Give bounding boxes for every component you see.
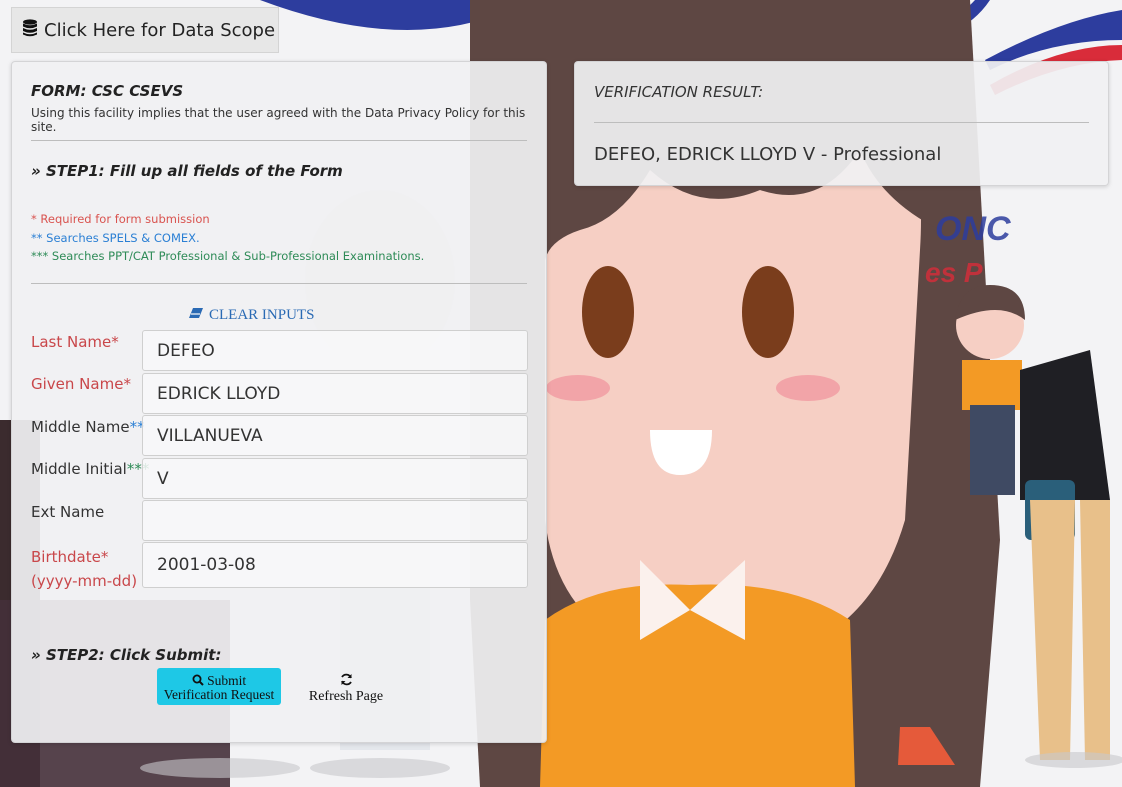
step2-heading: » STEP2: Click Submit: (31, 646, 222, 664)
middle-initial-label: Middle Initial*** (31, 460, 150, 478)
submit-label-line1: Submit (207, 672, 247, 688)
last-name-label: Last Name* (31, 333, 119, 351)
given-name-label: Given Name* (31, 375, 131, 393)
given-name-field[interactable] (142, 373, 528, 414)
data-scope-button[interactable]: Click Here for Data Scope (11, 7, 279, 53)
result-title: VERIFICATION RESULT: (594, 83, 764, 101)
submit-verification-button[interactable]: Submit Verification Request (157, 668, 281, 705)
database-icon (22, 18, 38, 42)
middle-initial-field[interactable] (142, 458, 528, 499)
clear-inputs-label: CLEAR INPUTS (209, 307, 315, 323)
ext-name-field[interactable] (142, 500, 528, 541)
divider (31, 140, 527, 141)
svg-text:es P: es P (925, 257, 983, 288)
note-ppt: *** Searches PPT/CAT Professional & Sub-… (31, 249, 425, 263)
refresh-page-button[interactable]: Refresh Page (302, 673, 390, 704)
search-icon (192, 674, 204, 688)
data-scope-label: Click Here for Data Scope (44, 19, 276, 41)
refresh-label: Refresh Page (308, 689, 384, 704)
verification-form-panel: FORM: CSC CSEVS Using this facility impl… (11, 61, 547, 743)
verification-result-panel: VERIFICATION RESULT: DEFEO, EDRICK LLOYD… (574, 61, 1109, 186)
divider (594, 122, 1089, 123)
svg-text:ONC: ONC (935, 210, 1011, 248)
submit-label-line2: Verification Request (163, 687, 275, 703)
note-required: * Required for form submission (31, 212, 210, 226)
middle-name-field[interactable] (142, 415, 528, 456)
ext-name-label: Ext Name (31, 503, 105, 521)
divider (31, 283, 527, 284)
eraser-icon (188, 307, 204, 324)
birthdate-label: Birthdate* (yyyy-mm-dd) (31, 548, 138, 590)
form-title: FORM: CSC CSEVS (31, 82, 184, 100)
result-value: DEFEO, EDRICK LLOYD V - Professional (594, 144, 942, 165)
clear-inputs-button[interactable]: CLEAR INPUTS (188, 307, 314, 324)
middle-name-label: Middle Name** (31, 418, 145, 436)
last-name-field[interactable] (142, 330, 528, 371)
note-spels: ** Searches SPELS & COMEX. (31, 231, 200, 245)
step1-heading: » STEP1: Fill up all fields of the Form (31, 162, 343, 180)
birthdate-field[interactable] (142, 542, 528, 588)
privacy-notice: Using this facility implies that the use… (31, 106, 526, 134)
refresh-icon (340, 673, 353, 690)
